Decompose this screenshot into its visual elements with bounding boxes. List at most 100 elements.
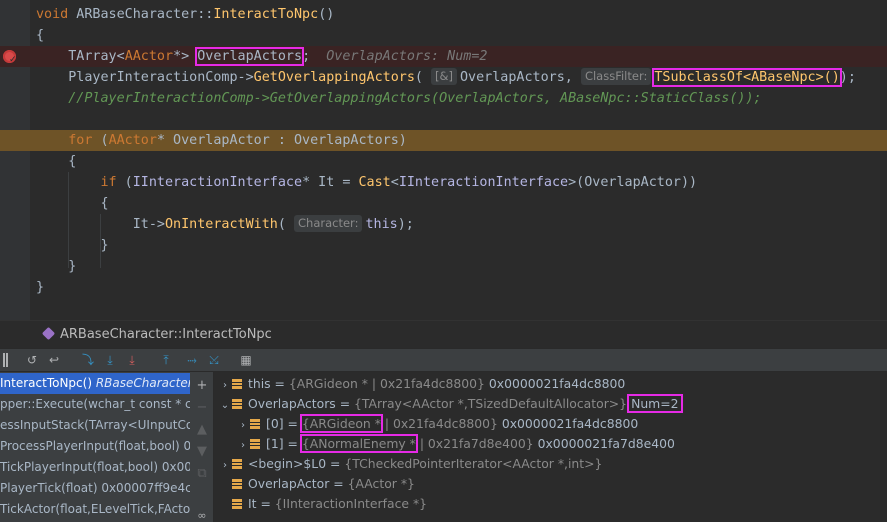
code-line[interactable]: void ARBaseCharacter::InteractToNpc()	[0, 4, 887, 25]
evaluate-icon[interactable]: ⤩	[206, 352, 222, 368]
variable-address: | 0x21fa4dc8800}	[380, 416, 498, 431]
stack-frame[interactable]: ProcessPlayerInput(float,bool) 0x	[0, 436, 190, 457]
variable-icon	[250, 419, 260, 429]
debugger-toolbar: ↺ ↩ ⤵ ⤓ ⤓ ⤒ ⤑ ⤩ ▦	[0, 348, 887, 372]
code-token: AActor	[124, 49, 174, 64]
code-token: (	[277, 217, 294, 232]
equals-sign: =	[326, 456, 345, 471]
code-token: PlayerInteractionComp->	[36, 70, 254, 85]
variable-name: OverlapActor	[248, 476, 330, 491]
code-editor[interactable]: void ARBaseCharacter::InteractToNpc(){✓ …	[0, 0, 887, 320]
add-watch-icon[interactable]: +	[194, 378, 210, 394]
step-into-icon[interactable]: ⤓	[102, 352, 118, 368]
variable-row[interactable]: › this = {ARGideon * | 0x21fa4dc8800} 0x0…	[218, 374, 625, 394]
code-line[interactable]: //PlayerInteractionComp->GetOverlappingA…	[0, 88, 887, 109]
code-token: }	[36, 238, 109, 253]
code-token: }	[36, 280, 45, 295]
frame-function: TickActor(float,ELevelTick,FActor	[0, 502, 190, 516]
step-out-icon[interactable]: ⤒	[158, 352, 174, 368]
code-line[interactable]: {	[0, 25, 887, 46]
step-over-icon[interactable]: ⤵	[80, 352, 96, 368]
breakpoint-icon[interactable]: ✓	[3, 50, 17, 65]
code-token: AActor	[108, 133, 157, 148]
code-line[interactable]: ✓ TArray<AActor*> OverlapActors; Overlap…	[0, 46, 887, 67]
variable-value: 0x0000021fa7d8e400	[533, 436, 675, 451]
code-token: if	[36, 175, 117, 190]
move-up-icon[interactable]: ▲	[194, 422, 210, 438]
code-text: }	[36, 256, 76, 277]
code-token: (	[92, 133, 109, 148]
undo-icon[interactable]: ↩	[46, 352, 62, 368]
frame-location: RBaseCharacter.	[92, 376, 190, 390]
force-step-into-icon[interactable]: ⤓	[124, 352, 140, 368]
code-line[interactable]: }	[0, 277, 887, 298]
code-line[interactable]: for (AActor* OverlapActor : OverlapActor…	[0, 130, 887, 151]
stack-frame[interactable]: pper::Execute(wchar_t const * con	[0, 394, 190, 415]
code-token: TArray<	[36, 49, 125, 64]
breadcrumb-label[interactable]: ARBaseCharacter::InteractToNpc	[60, 327, 272, 342]
code-token: {	[36, 196, 109, 211]
equals-sign: =	[335, 396, 355, 411]
code-token: ARBaseCharacter::	[68, 7, 214, 22]
code-text: TArray<AActor*> OverlapActors; OverlapAc…	[36, 46, 488, 67]
code-line[interactable]	[0, 109, 887, 130]
stack-frame[interactable]: PlayerTick(float) 0x00007ff9e4c895	[0, 478, 190, 499]
expand-arrow-icon[interactable]: ›	[218, 456, 232, 476]
code-text: void ARBaseCharacter::InteractToNpc()	[36, 4, 334, 25]
code-line[interactable]: {	[0, 193, 887, 214]
code-line[interactable]: if (IInteractionInterface* It = Cast<IIn…	[0, 172, 887, 193]
stack-frame[interactable]: InteractToNpc() RBaseCharacter.	[0, 373, 190, 394]
frame-function: essInputStack(TArray<UInputCor	[0, 418, 190, 432]
code-line[interactable]: }	[0, 235, 887, 256]
code-text: }	[36, 235, 109, 256]
parameter-hint: ClassFilter:	[580, 68, 652, 85]
code-token: for	[36, 133, 93, 148]
breadcrumb-bar: ARBaseCharacter::InteractToNpc	[0, 320, 887, 348]
frame-function: ProcessPlayerInput(float,bool) 0x	[0, 439, 190, 453]
expand-arrow-icon[interactable]: ›	[236, 416, 250, 436]
run-to-cursor-icon[interactable]: ⤑	[184, 352, 200, 368]
glasses-icon[interactable]: ∞	[194, 508, 210, 522]
equals-sign: =	[283, 436, 302, 451]
expanded-arrow-icon[interactable]: ⌄	[218, 396, 232, 416]
duplicate-watch-icon[interactable]: ⧉	[194, 466, 210, 482]
code-token: this	[365, 217, 398, 232]
code-text: {	[36, 25, 44, 46]
code-line[interactable]: }	[0, 256, 887, 277]
code-token: OverlapActors,	[460, 70, 581, 85]
expand-arrow-icon[interactable]: ›	[236, 436, 250, 456]
remove-watch-icon[interactable]: −	[194, 400, 210, 416]
code-token: <	[390, 175, 399, 190]
code-line[interactable]: It->OnInteractWith( Character: this);	[0, 214, 887, 235]
frames-list[interactable]: InteractToNpc() RBaseCharacter. pper::Exe…	[0, 372, 190, 522]
stack-frame[interactable]: TickPlayerInput(float,bool) 0x000	[0, 457, 190, 478]
step-back-icon[interactable]: ↺	[24, 352, 40, 368]
variable-row[interactable]: OverlapActor = {AActor *}	[218, 474, 415, 494]
variable-name: this	[248, 376, 271, 391]
variable-value: 0x0000021fa4dc8800	[497, 416, 639, 431]
variable-row[interactable]: It = {IInteractionInterface *}	[218, 494, 427, 514]
stack-frame[interactable]: TickActor(float,ELevelTick,FActor	[0, 499, 190, 520]
equals-sign: =	[283, 416, 302, 431]
code-line[interactable]: PlayerInteractionComp->GetOverlappingAct…	[0, 67, 887, 88]
variable-row[interactable]: › [1] = {ANormalEnemy * | 0x21fa7d8e400} …	[236, 434, 675, 454]
variable-row[interactable]: › <begin>$L0 = {TCheckedPointerIterator<A…	[218, 454, 602, 474]
equals-sign: =	[270, 376, 289, 391]
variable-type: {IInteractionInterface *}	[274, 496, 428, 511]
code-token: * OverlapActor : OverlapActors)	[156, 133, 407, 148]
variable-type: {ARGideon *	[299, 414, 383, 433]
variable-row[interactable]: › [0] = {ARGideon * | 0x21fa4dc8800} 0x00…	[236, 414, 638, 434]
code-token: InteractToNpc	[213, 7, 319, 22]
code-text: for (AActor* OverlapActor : OverlapActor…	[36, 130, 407, 151]
stack-frame[interactable]: essInputStack(TArray<UInputCor	[0, 415, 190, 436]
method-icon	[41, 326, 56, 341]
variable-name: It	[248, 496, 257, 511]
variable-name: <begin>$L0	[248, 456, 327, 471]
expand-arrow-icon[interactable]: ›	[218, 376, 232, 396]
code-token: {	[36, 154, 77, 169]
move-down-icon[interactable]: ▼	[194, 444, 210, 460]
code-line[interactable]: {	[0, 151, 887, 172]
variable-row[interactable]: ⌄ OverlapActors = {TArray<AActor *,TSized…	[218, 394, 683, 416]
variables-panel[interactable]: › this = {ARGideon * | 0x21fa4dc8800} 0x0…	[214, 372, 887, 522]
table-view-icon[interactable]: ▦	[238, 352, 254, 368]
